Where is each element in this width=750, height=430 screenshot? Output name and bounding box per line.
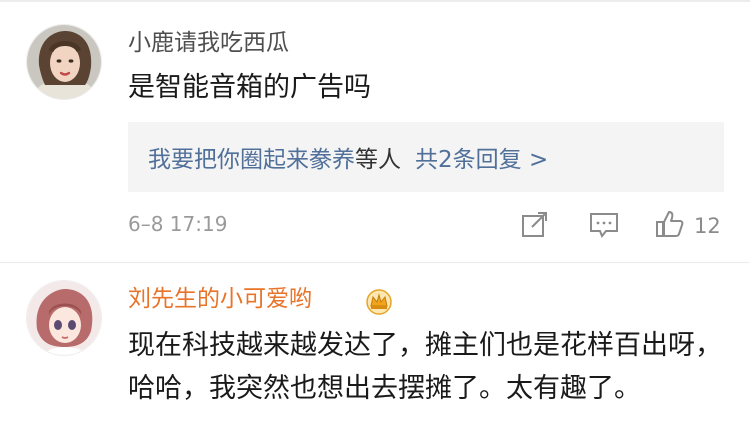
share-button[interactable] — [520, 208, 550, 244]
replier-suffix: 等人 — [355, 147, 401, 173]
avatar[interactable] — [26, 280, 102, 356]
comment-icon — [588, 209, 620, 244]
top-divider — [0, 0, 750, 2]
share-icon — [520, 209, 550, 244]
crown-badge-icon — [364, 287, 394, 319]
comment-separator — [0, 262, 750, 263]
like-icon — [654, 208, 686, 245]
timestamp: 6–8 17:19 — [128, 212, 228, 236]
username[interactable]: 小鹿请我吃西瓜 — [128, 28, 289, 58]
username[interactable]: 刘先生的小可爱哟 — [128, 284, 312, 314]
like-button[interactable]: 12 — [654, 208, 721, 244]
reply-button[interactable] — [588, 208, 620, 244]
like-count: 12 — [694, 214, 721, 238]
comment-text: 现在科技越来越发达了，摊主们也是花样百出呀，哈哈，我突然也想出去摆摊了。太有趣了… — [128, 330, 722, 404]
avatar[interactable] — [26, 24, 102, 100]
reply-count-link[interactable]: 共2条回复 > — [415, 140, 548, 174]
replies-preview[interactable]: 我要把你圈起来豢养 等人 共2条回复 > — [128, 122, 724, 192]
replier-name[interactable]: 我要把你圈起来豢养 — [148, 140, 355, 174]
comment-text: 是智能音箱的广告吗 — [128, 72, 371, 103]
